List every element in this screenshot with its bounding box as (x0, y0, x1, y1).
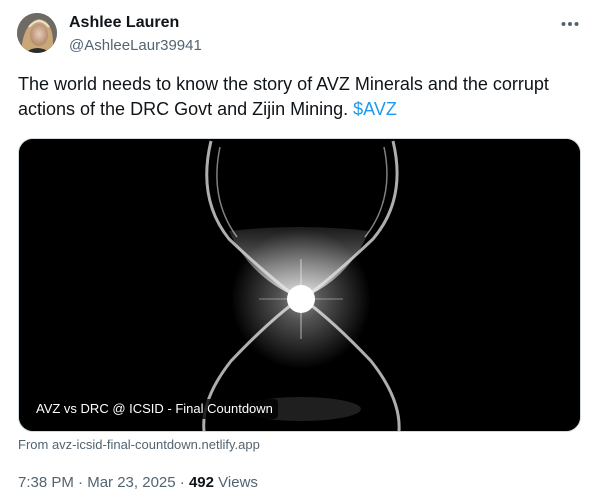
tweet-text: The world needs to know the story of AVZ… (18, 72, 578, 122)
author-name[interactable]: Ashlee Lauren (69, 13, 179, 33)
more-dots-icon (561, 22, 579, 26)
link-card[interactable]: AVZ vs DRC @ ICSID - Final Countdown (18, 138, 581, 432)
hourglass-image (19, 139, 580, 431)
tweet-body: The world needs to know the story of AVZ… (18, 74, 549, 119)
views-label: Views (218, 474, 258, 491)
avatar-image (17, 13, 57, 53)
meta-separator: · (78, 474, 84, 491)
card-source-link[interactable]: From avz-icsid-final-countdown.netlify.a… (18, 436, 260, 454)
meta-separator: · (179, 474, 185, 491)
views-count[interactable]: 492 (189, 474, 214, 491)
avatar[interactable] (17, 13, 57, 53)
author-handle[interactable]: @AshleeLaur39941 (69, 36, 202, 56)
cashtag-link[interactable]: $AVZ (353, 99, 397, 119)
tweet-meta: 7:38 PM · Mar 23, 2025 · 492 Views (18, 473, 258, 493)
more-button[interactable] (553, 10, 587, 38)
tweet-date[interactable]: Mar 23, 2025 (87, 474, 175, 491)
tweet-time[interactable]: 7:38 PM (18, 474, 74, 491)
card-title: AVZ vs DRC @ ICSID - Final Countdown (31, 399, 278, 419)
